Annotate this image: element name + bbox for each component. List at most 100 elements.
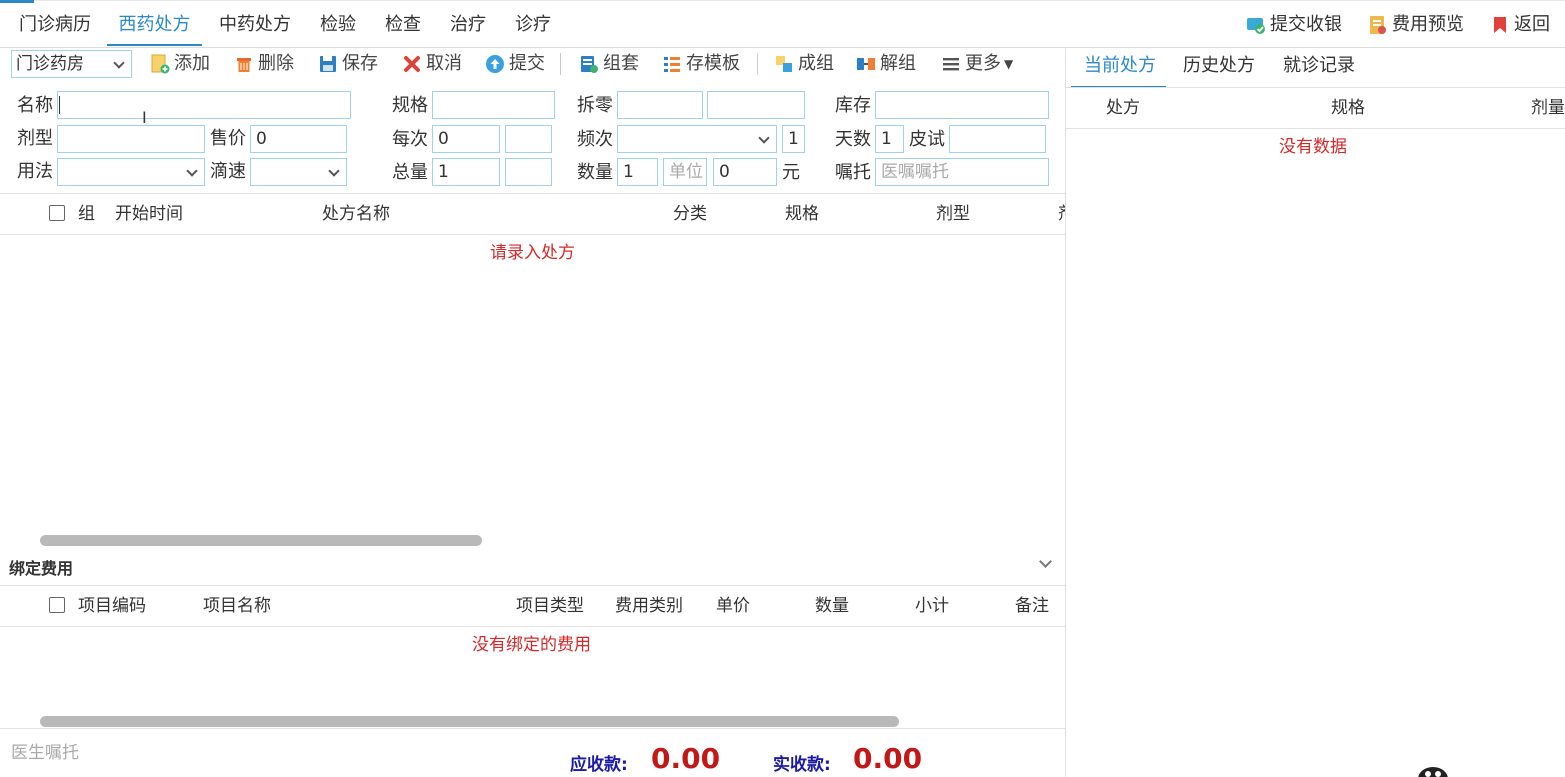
col-dosage-form: 剂型 — [936, 204, 970, 224]
divider — [0, 626, 1065, 627]
quantity-label: 数量 — [577, 162, 613, 183]
quantity-input[interactable]: 1 — [617, 158, 658, 186]
skin-test-input[interactable] — [949, 125, 1046, 153]
list-template-icon — [662, 54, 682, 74]
col-item-type: 项目类型 — [516, 596, 584, 616]
caret-down-icon: ▼ — [1004, 57, 1014, 71]
drip-rate-label: 滴速 — [210, 161, 246, 182]
col-spec: 规格 — [785, 204, 819, 224]
cancel-button[interactable]: 取消 — [402, 51, 462, 77]
more-label: 更多 — [965, 53, 1001, 74]
receivable-label: 应收款: — [570, 755, 628, 775]
name-input[interactable] — [57, 91, 351, 119]
fee-horizontal-scrollbar[interactable] — [40, 716, 899, 727]
add-button[interactable]: 添加 — [150, 51, 210, 77]
col-rx-name: 处方名称 — [322, 204, 390, 224]
tab-chinese-rx[interactable]: 中药处方 — [212, 8, 298, 46]
submit-button[interactable]: 提交 — [485, 51, 545, 77]
pharmacy-select[interactable]: 门诊药房 — [11, 50, 132, 78]
name-label: 名称 — [17, 95, 53, 116]
yuan-label: 元 — [782, 162, 800, 183]
usage-select[interactable] — [57, 158, 205, 186]
toolbar-divider — [757, 53, 758, 75]
select-all-rx-checkbox[interactable] — [49, 205, 65, 221]
frequency-count-input[interactable]: 1 — [782, 125, 805, 153]
back-button[interactable]: 返回 — [1490, 12, 1550, 38]
divider — [1066, 87, 1565, 88]
chevron-down-icon — [758, 132, 770, 144]
col-quantity: 数量 — [815, 596, 849, 616]
price-input[interactable]: 0 — [250, 125, 347, 153]
dosage-form-input[interactable] — [57, 125, 205, 153]
col-item-code: 项目编码 — [78, 596, 146, 616]
delete-label: 删除 — [258, 53, 294, 74]
chevron-down-icon — [328, 165, 340, 177]
per-dose-unit-input[interactable] — [505, 125, 552, 153]
col-item-name: 项目名称 — [203, 596, 271, 616]
tab-current-rx[interactable]: 当前处方 — [1071, 53, 1166, 88]
col-dose-truncated: 剂 — [1058, 202, 1065, 226]
trash-icon — [234, 54, 254, 74]
col-category: 分类 — [673, 204, 707, 224]
split-input-1[interactable] — [617, 91, 703, 119]
col-remark: 备注 — [1015, 596, 1049, 616]
tab-treatment[interactable]: 治疗 — [442, 8, 494, 46]
rx-horizontal-scrollbar[interactable] — [40, 535, 482, 546]
col-start-time: 开始时间 — [115, 204, 183, 224]
advice-label: 嘱托 — [835, 162, 871, 183]
submit-label: 提交 — [509, 53, 545, 74]
ungroup-icon — [856, 54, 876, 74]
divider — [0, 193, 1065, 194]
advice-input[interactable]: 医嘱嘱托 — [875, 158, 1049, 186]
delete-button[interactable]: 删除 — [234, 51, 294, 77]
make-group-button[interactable]: 成组 — [774, 51, 834, 77]
drip-rate-select[interactable] — [250, 158, 347, 186]
ungroup-label: 解组 — [880, 53, 916, 74]
stock-input[interactable] — [875, 91, 1049, 119]
right-empty-text: 没有数据 — [1279, 137, 1347, 157]
more-button[interactable]: 更多 ▼ — [941, 51, 1013, 77]
col-fee-category: 费用类别 — [615, 596, 683, 616]
assistant-mascot-icon[interactable] — [1416, 764, 1450, 777]
ungroup-button[interactable]: 解组 — [856, 51, 916, 77]
total-unit-input[interactable] — [505, 158, 552, 186]
fee-preview-button[interactable]: 费用预览 — [1368, 12, 1464, 38]
make-group-icon — [774, 54, 794, 74]
days-input[interactable]: 1 — [875, 125, 904, 153]
per-dose-input[interactable]: 0 — [432, 125, 500, 153]
tab-diagnosis-treatment[interactable]: 诊疗 — [507, 8, 559, 46]
received-label: 实收款: — [773, 755, 831, 775]
make-group-label: 成组 — [798, 53, 834, 74]
total-label: 总量 — [392, 162, 428, 183]
tab-outpatient-record[interactable]: 门诊病历 — [12, 8, 98, 46]
col-right-spec: 规格 — [1331, 98, 1365, 118]
close-icon — [402, 54, 422, 74]
save-template-button[interactable]: 存模板 — [662, 51, 740, 77]
back-icon — [1490, 15, 1510, 35]
amount-input[interactable]: 0 — [713, 158, 777, 186]
fee-preview-label: 费用预览 — [1392, 14, 1464, 35]
upload-icon — [485, 54, 505, 74]
divider — [0, 234, 1065, 235]
tab-history-rx[interactable]: 历史处方 — [1183, 53, 1255, 88]
doctor-advice-input[interactable]: 医生嘱托 — [11, 738, 79, 763]
col-group: 组 — [78, 204, 95, 224]
group-set-button[interactable]: 组套 — [579, 51, 639, 77]
tab-lab-test[interactable]: 检验 — [312, 8, 364, 46]
unit-input[interactable]: 单位 — [663, 158, 707, 186]
per-dose-label: 每次 — [392, 129, 428, 150]
group-set-icon — [579, 54, 599, 74]
frequency-select[interactable] — [617, 125, 777, 153]
total-input[interactable]: 1 — [432, 158, 500, 186]
submit-cashier-button[interactable]: 提交收银 — [1246, 12, 1342, 38]
tab-visit-records[interactable]: 就诊记录 — [1283, 53, 1355, 88]
right-panel-divider — [1065, 48, 1066, 777]
spec-input[interactable] — [432, 91, 555, 119]
split-input-2[interactable] — [707, 91, 805, 119]
frequency-label: 频次 — [577, 129, 613, 150]
save-button[interactable]: 保存 — [318, 51, 378, 77]
collapse-chevron-icon[interactable] — [1039, 555, 1052, 568]
tab-western-rx[interactable]: 西药处方 — [107, 8, 202, 46]
tab-exam[interactable]: 检查 — [377, 8, 429, 46]
select-all-fee-checkbox[interactable] — [49, 597, 65, 613]
